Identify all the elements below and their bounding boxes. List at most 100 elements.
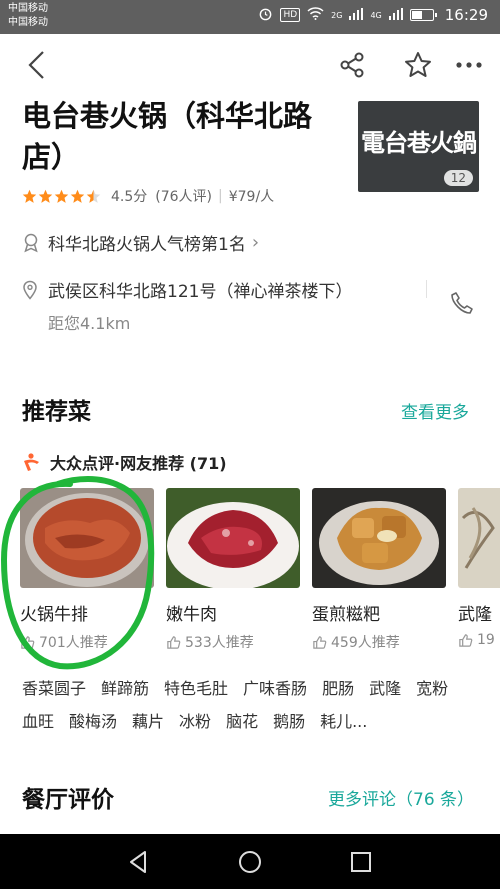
score: 4.5分: [111, 189, 148, 205]
more-button[interactable]: [452, 48, 486, 82]
dish-photo: [166, 488, 300, 588]
rating-row: 4.5分 (76人评) | ¥79/人: [22, 186, 274, 206]
alarm-icon: [258, 6, 273, 24]
hd-icon: HD: [280, 8, 301, 22]
clock: 16:29: [444, 6, 488, 24]
reviews-section: 餐厅评价 更多评论（76 条）: [0, 760, 500, 834]
nav-home-icon[interactable]: [236, 848, 264, 876]
carrier-1: 中国移动: [8, 3, 48, 14]
dish-tag-list: 香菜圆子 鲜蹄筋 特色毛肚 广味香肠 肥肠 武隆 宽粉血旺 酸梅汤 藕片 冰粉 脑花 鹅肠 耗儿...: [22, 672, 482, 738]
dish-name: 火锅牛排: [20, 605, 88, 625]
dish-recommend-count: 701人推荐: [20, 632, 154, 652]
back-arrow-icon: [28, 51, 44, 79]
network-2g: 2G: [331, 10, 343, 20]
dish-tag[interactable]: 鹅肠: [273, 705, 305, 738]
dish-tag[interactable]: 耗儿...: [320, 705, 367, 738]
recommend-source-text: 大众点评·网友推荐 (71): [50, 454, 227, 473]
review-count: (76人评): [155, 189, 213, 205]
divider: [426, 280, 427, 298]
rating-star-icon: [22, 189, 37, 203]
more-reviews-link[interactable]: 更多评论（76 条）: [328, 785, 474, 810]
dish-tag[interactable]: 武隆: [369, 672, 401, 705]
phone-icon: [451, 292, 473, 314]
shop-name: 电台巷火锅（科华北路店）: [22, 99, 313, 174]
dish-tag[interactable]: 鲜蹄筋: [101, 672, 149, 705]
dish-card[interactable]: 武隆 19: [458, 488, 500, 648]
chevron-right-icon: ›: [251, 232, 260, 253]
recommend-source: 大众点评·网友推荐 (71): [22, 450, 227, 474]
rating-star-icon: [86, 189, 101, 203]
share-button[interactable]: [335, 48, 369, 82]
dish-name: 嫩牛肉: [166, 605, 217, 625]
separator: |: [218, 188, 223, 204]
dish-name: 蛋煎糍粑: [312, 605, 380, 625]
dish-card[interactable]: 蛋煎糍粑 459人推荐: [312, 488, 446, 652]
shop-logo-text: 電台巷火鍋: [361, 128, 477, 157]
location-pin-icon: [23, 280, 37, 300]
rating-star-icon: [54, 189, 69, 203]
dish-carousel[interactable]: 火锅牛排 701人推荐 嫩牛肉 533人推荐 蛋煎糍粑 459人推荐 武隆 19: [20, 488, 500, 663]
thumbs-up-icon: [21, 635, 35, 649]
top-nav: [0, 34, 500, 100]
dish-tag[interactable]: 香菜圆子: [22, 672, 86, 705]
reviews-title: 餐厅评价: [22, 787, 114, 813]
dish-tag[interactable]: 冰粉: [179, 705, 211, 738]
dish-tag[interactable]: 脑花: [226, 705, 258, 738]
view-more-link[interactable]: 查看更多: [401, 398, 469, 423]
dish-photo: [312, 488, 446, 588]
dish-recommend-count: 19: [458, 632, 500, 648]
more-icon: [456, 62, 482, 68]
back-button[interactable]: [20, 48, 54, 82]
dish-card[interactable]: 火锅牛排 701人推荐: [20, 488, 154, 652]
dish-rec-text: 19: [477, 632, 495, 648]
dish-photo: [20, 488, 154, 588]
thumbs-up-icon: [167, 635, 181, 649]
favorite-button[interactable]: [401, 48, 435, 82]
dish-rec-text: 701人推荐: [39, 635, 108, 651]
network-4g: 4G: [370, 10, 382, 20]
avg-price: ¥79/人: [228, 189, 275, 205]
dish-photo: [458, 488, 500, 588]
nav-recents-icon[interactable]: [347, 848, 375, 876]
thumbs-up-icon: [313, 635, 327, 649]
photo-count-badge: 12: [443, 170, 473, 186]
nav-back-icon[interactable]: [125, 848, 153, 876]
star-rating: [22, 189, 101, 204]
shop-photo-button[interactable]: 電台巷火鍋 12: [358, 101, 479, 192]
dish-recommend-count: 459人推荐: [312, 632, 446, 652]
battery-level: [411, 11, 423, 19]
dish-tag[interactable]: 广味香肠: [243, 672, 307, 705]
dish-card[interactable]: 嫩牛肉 533人推荐: [166, 488, 300, 652]
dish-tag[interactable]: 血旺: [22, 705, 54, 738]
system-nav-bar: [0, 834, 500, 889]
thumbs-up-icon: [459, 633, 473, 647]
dish-recommend-count: 533人推荐: [166, 632, 300, 652]
share-icon: [340, 52, 364, 78]
status-bar: 中国移动 中国移动 HD 2G 4G 16:29: [0, 0, 500, 34]
star-outline-icon: [405, 52, 431, 77]
dish-tag[interactable]: 酸梅汤: [69, 705, 117, 738]
distance: 距您4.1km: [48, 314, 131, 333]
battery-icon: [409, 9, 437, 21]
address-link[interactable]: 武侯区科华北路121号（禅心禅茶楼下）: [22, 277, 352, 302]
carrier-info: 中国移动 中国移动: [8, 2, 48, 30]
signal-icon: [349, 7, 364, 23]
phone-button[interactable]: [449, 290, 475, 320]
wifi-icon: [307, 7, 324, 23]
recommend-title: 推荐菜: [22, 399, 91, 425]
rating-star-icon: [70, 189, 85, 203]
rating-star-icon: [38, 189, 53, 203]
dish-rec-text: 459人推荐: [331, 635, 400, 651]
rank-text: 科华北路火锅人气榜第1名: [48, 235, 246, 255]
dish-tag[interactable]: 宽粉: [416, 672, 448, 705]
dish-tag[interactable]: 肥肠: [322, 672, 354, 705]
signal-icon-2: [388, 7, 403, 23]
dish-name: 武隆: [458, 605, 492, 625]
dianping-logo-icon: [24, 453, 39, 471]
dish-tag[interactable]: 藕片: [132, 705, 164, 738]
status-icons: HD 2G 4G 16:29: [258, 6, 488, 24]
rank-link[interactable]: 科华北路火锅人气榜第1名 ›: [22, 230, 259, 255]
carrier-2: 中国移动: [8, 17, 48, 28]
dish-tag[interactable]: 特色毛肚: [164, 672, 228, 705]
dish-rec-text: 533人推荐: [185, 635, 254, 651]
